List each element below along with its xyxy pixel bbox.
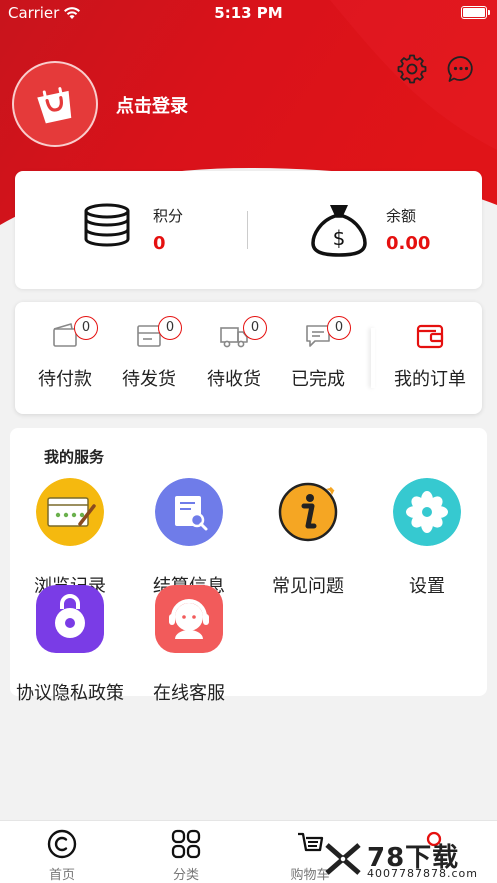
settings-button[interactable] [397, 54, 427, 84]
svg-text:$: $ [333, 226, 346, 250]
count-badge: 0 [327, 316, 351, 340]
coin-stack-icon [84, 203, 130, 247]
settlement-icon [155, 478, 223, 546]
balance-label: 余额 [386, 207, 417, 225]
service-settlement-info[interactable]: 结算信息 [129, 478, 249, 597]
points-label: 积分 [153, 207, 184, 225]
count-badge: 0 [243, 316, 267, 340]
browser-history-icon [36, 478, 104, 546]
order-status-label: 待付款 [38, 369, 92, 390]
balance-value: 0.00 [386, 233, 431, 254]
points-value: 0 [153, 233, 166, 254]
grid-icon [171, 829, 201, 859]
info-icon [278, 482, 338, 542]
service-online-support[interactable]: 在线客服 [129, 585, 249, 704]
my-orders-button[interactable]: 我的订单 [382, 302, 478, 414]
flower-icon [393, 478, 461, 546]
order-status-pending-payment[interactable]: 0 待付款 [22, 302, 108, 414]
service-privacy-policy[interactable]: 协议隐私政策 [10, 585, 130, 704]
orders-card: 0 待付款 0 待发货 0 待收货 0 已完成 我的订单 [15, 302, 482, 414]
message-button[interactable] [446, 54, 476, 84]
points-entry[interactable]: 积分 0 [15, 171, 247, 289]
copyright-circle-icon [47, 829, 77, 859]
chat-bubble-icon [447, 56, 473, 82]
order-status-label: 已完成 [291, 369, 345, 390]
customer-service-icon [155, 585, 223, 653]
order-status-pending-receipt[interactable]: 0 待收货 [191, 302, 277, 414]
clock: 5:13 PM [214, 4, 283, 22]
service-label: 在线客服 [153, 683, 225, 704]
cart-icon [298, 832, 324, 852]
service-settings[interactable]: 设置 [367, 478, 487, 597]
watermark: 78下载 4007787878.com [323, 837, 493, 881]
tab-label: 首页 [48, 868, 75, 883]
order-status-label: 待收货 [207, 369, 261, 390]
order-status-label: 待发货 [122, 369, 176, 390]
tab-category[interactable]: 分类 [146, 821, 226, 883]
order-status-pending-shipment[interactable]: 0 待发货 [106, 302, 192, 414]
tab-label: 分类 [172, 868, 199, 883]
tab-home[interactable]: 首页 [22, 821, 102, 883]
wallet-icon [416, 324, 444, 349]
watermark-url: 4007787878.com [367, 867, 478, 880]
services-title: 我的服务 [44, 448, 105, 466]
lock-icon [36, 585, 104, 653]
orders-divider [371, 328, 375, 388]
battery-icon [461, 6, 490, 19]
service-label: 设置 [409, 576, 445, 597]
money-bag-icon: $ [311, 205, 367, 257]
balance-entry[interactable]: $ 余额 0.00 [248, 171, 482, 289]
my-orders-label: 我的订单 [394, 369, 466, 390]
watermark-logo-icon [325, 843, 361, 875]
shopping-bag-icon [37, 87, 72, 124]
status-bar: Carrier 5:13 PM [0, 0, 497, 28]
wallet-card: 积分 0 $ 余额 0.00 [15, 171, 482, 289]
count-badge: 0 [158, 316, 182, 340]
service-browse-history[interactable]: 浏览记录 [10, 478, 130, 597]
gear-icon [397, 54, 427, 84]
service-faq[interactable]: 常见问题 [248, 478, 368, 597]
login-link[interactable]: 点击登录 [116, 92, 188, 118]
services-card: 我的服务 浏览记录 结算信息 [10, 428, 487, 704]
order-status-completed[interactable]: 0 已完成 [275, 302, 361, 414]
count-badge: 0 [74, 316, 98, 340]
avatar[interactable] [12, 61, 98, 147]
